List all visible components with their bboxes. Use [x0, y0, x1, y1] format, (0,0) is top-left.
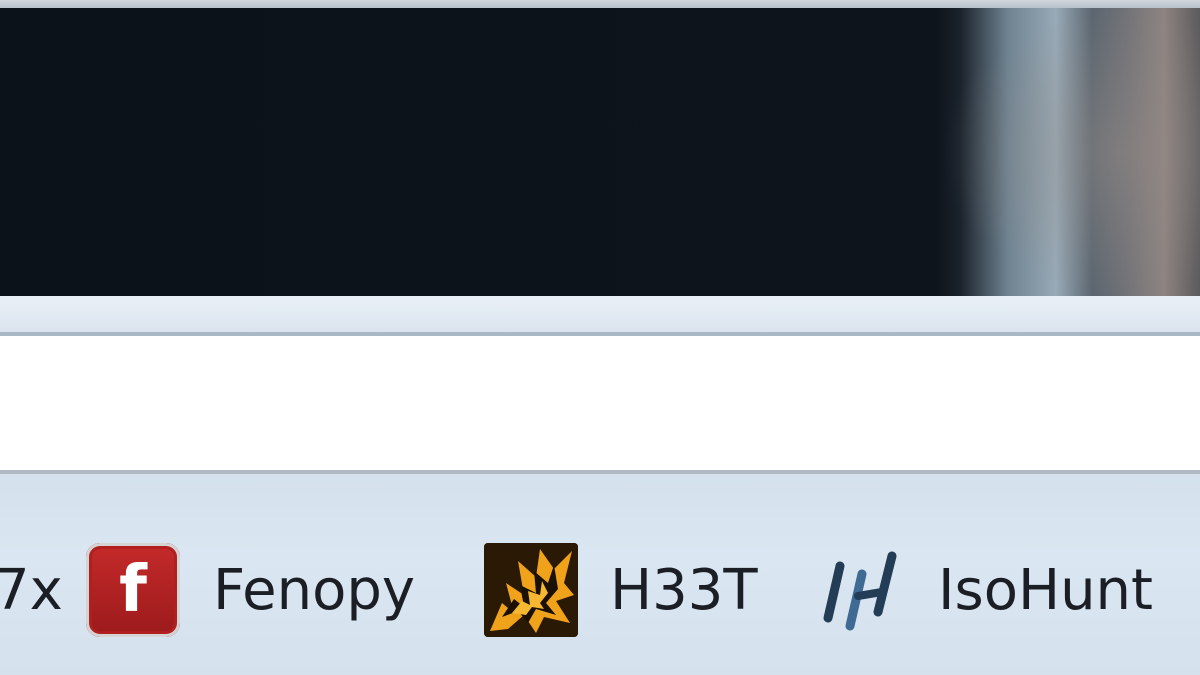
dark-banner-image	[0, 8, 1200, 296]
banner-blur-overlay	[940, 8, 1200, 296]
bookmark-fenopy-label[interactable]: Fenopy	[213, 563, 415, 619]
isohunt-icon[interactable]	[818, 548, 908, 634]
bookmark-partial-label[interactable]: 7x	[0, 563, 63, 619]
h33t-icon[interactable]	[484, 543, 578, 637]
isohunt-icon-graphic	[823, 551, 897, 631]
fenopy-icon-glyph: f	[119, 553, 147, 627]
h33t-icon-graphic	[484, 543, 578, 637]
bookmark-h33t-label[interactable]: H33T	[610, 563, 758, 619]
toolbar-separator-band	[0, 296, 1200, 336]
window-top-edge	[0, 0, 1200, 8]
browser-window-crop: 7x f Fenopy H33T IsoHunt	[0, 0, 1200, 675]
fenopy-icon[interactable]: f	[86, 543, 180, 637]
address-bar-field[interactable]	[0, 336, 1200, 474]
bookmark-isohunt-label[interactable]: IsoHunt	[938, 563, 1153, 619]
